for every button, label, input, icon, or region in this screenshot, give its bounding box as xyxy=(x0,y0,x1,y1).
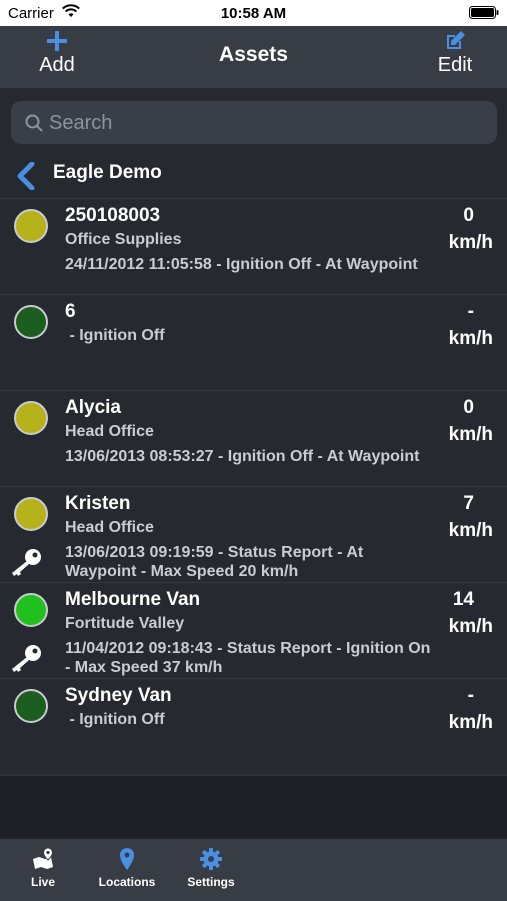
asset-event: 13/06/2013 09:19:59 - Status Report - At… xyxy=(65,544,364,580)
asset-speed: 0 xyxy=(463,397,474,418)
asset-row[interactable]: Melbourne Van Fortitude Valley 11/04/201… xyxy=(0,582,507,678)
status-indicator xyxy=(14,593,48,627)
asset-name: 6 xyxy=(65,301,76,322)
asset-name: Sydney Van xyxy=(65,685,172,706)
tab-label: Settings xyxy=(187,875,235,889)
asset-row[interactable]: Sydney Van - Ignition Off - km/h xyxy=(0,678,507,774)
asset-location: Head Office xyxy=(65,519,154,536)
tab-live[interactable]: Live xyxy=(22,847,64,889)
asset-row[interactable]: Alycia Head Office 13/06/2013 08:53:27 -… xyxy=(0,390,507,486)
plus-icon xyxy=(47,31,67,51)
speed-unit: km/h xyxy=(448,616,493,637)
status-indicator xyxy=(14,209,48,243)
asset-speed: - xyxy=(467,301,474,322)
status-indicator xyxy=(14,401,48,435)
group-header[interactable]: Eagle Demo xyxy=(0,150,507,198)
key-icon xyxy=(12,645,41,672)
search-input[interactable] xyxy=(47,101,491,146)
asset-row[interactable]: Kristen Head Office 13/06/2013 09:19:59 … xyxy=(0,486,507,582)
asset-location: Fortitude Valley xyxy=(65,615,185,632)
edit-button[interactable]: Edit xyxy=(431,30,479,77)
edit-icon xyxy=(447,31,465,49)
asset-speed: 0 xyxy=(463,205,474,226)
edit-button-label: Edit xyxy=(437,54,473,76)
tab-bar: Live Locations Settings xyxy=(0,838,507,901)
tab-label: Live xyxy=(30,875,55,889)
asset-event: 24/11/2012 11:05:58 - Ignition Off - At … xyxy=(65,256,418,273)
add-button-label: Add xyxy=(39,54,75,76)
asset-location: Head Office xyxy=(65,423,154,440)
speed-unit: km/h xyxy=(448,424,493,445)
speed-unit: km/h xyxy=(448,328,493,349)
tab-label: Locations xyxy=(98,875,156,889)
tab-locations[interactable]: Locations xyxy=(95,847,159,889)
asset-speed: 7 xyxy=(463,493,474,514)
location-pin-icon xyxy=(120,848,134,870)
speed-unit: km/h xyxy=(448,520,493,541)
key-icon xyxy=(12,549,41,576)
asset-row[interactable]: 250108003 Office Supplies 24/11/2012 11:… xyxy=(0,198,507,294)
add-button[interactable]: Add xyxy=(30,30,84,77)
asset-event: 11/04/2012 09:18:43 - Status Report - Ig… xyxy=(65,640,431,676)
chevron-left-icon[interactable] xyxy=(14,162,38,190)
asset-list: 250108003 Office Supplies 24/11/2012 11:… xyxy=(0,198,507,774)
asset-row[interactable]: 6 - Ignition Off - km/h xyxy=(0,294,507,390)
search-icon xyxy=(25,114,43,132)
speed-unit: km/h xyxy=(448,712,493,733)
speed-unit: km/h xyxy=(448,232,493,253)
navigation-bar: Add Assets Edit xyxy=(0,26,507,89)
tab-settings[interactable]: Settings xyxy=(184,847,238,889)
asset-name: Melbourne Van xyxy=(65,589,201,610)
list-background xyxy=(0,776,507,838)
asset-event: - Ignition Off xyxy=(65,327,165,344)
asset-event: 13/06/2013 08:53:27 - Ignition Off - At … xyxy=(65,448,420,465)
asset-name: 250108003 xyxy=(65,205,161,226)
battery-icon xyxy=(469,6,499,19)
search-bar xyxy=(0,88,507,150)
status-indicator xyxy=(14,305,48,339)
status-bar: Carrier 10:58 AM xyxy=(0,0,507,26)
gear-icon xyxy=(200,848,222,870)
status-indicator xyxy=(14,497,48,531)
asset-event: - Ignition Off xyxy=(65,711,165,728)
status-indicator xyxy=(14,689,48,723)
group-title: Eagle Demo xyxy=(53,162,162,183)
asset-location: Office Supplies xyxy=(65,231,182,248)
asset-name: Kristen xyxy=(65,493,131,514)
asset-name: Alycia xyxy=(65,397,121,418)
live-map-icon xyxy=(33,847,54,869)
asset-speed: - xyxy=(467,685,474,706)
clock: 10:58 AM xyxy=(220,5,287,22)
search-field[interactable] xyxy=(11,101,497,146)
asset-speed: 14 xyxy=(452,589,474,610)
